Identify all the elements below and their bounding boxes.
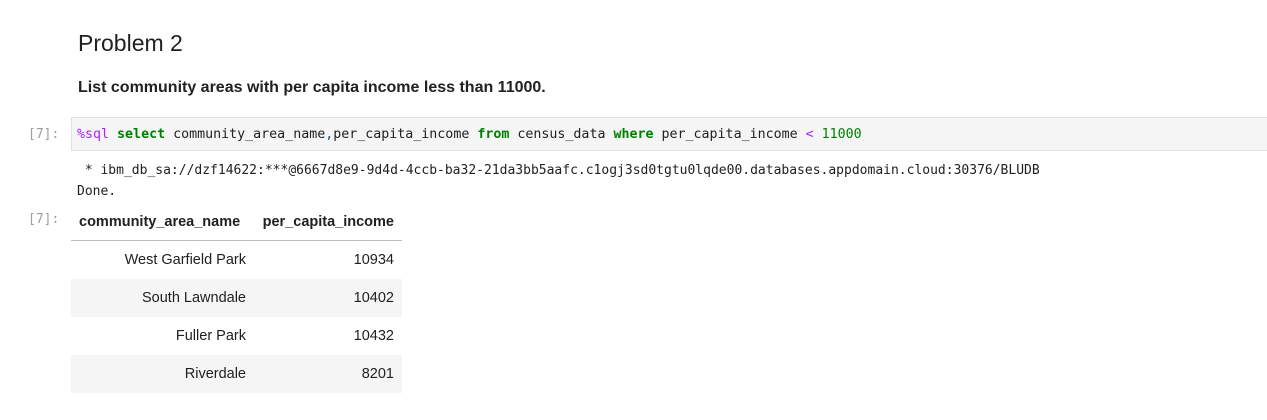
- from-keyword: from: [477, 127, 510, 142]
- condition-column-token: per_capita_income: [661, 127, 798, 142]
- column-header: community_area_name: [71, 204, 254, 241]
- operator-token: <: [805, 127, 814, 142]
- input-prompt: [7]:: [28, 127, 60, 142]
- income-cell: 10432: [353, 328, 394, 344]
- column-header: per_capita_income: [254, 204, 402, 241]
- community-area-cell: Fuller Park: [175, 328, 246, 344]
- column-name-token: community_area_name: [173, 127, 326, 142]
- number-token: 11000: [821, 127, 862, 142]
- output-prompt: [7]:: [28, 212, 60, 227]
- markdown-description: List community areas with per capita inc…: [78, 79, 546, 96]
- result-table: community_area_name per_capita_income We…: [71, 204, 402, 393]
- income-cell: 8201: [361, 366, 394, 382]
- income-cell: 10934: [353, 252, 394, 268]
- income-cell: 10402: [353, 290, 394, 306]
- column-name-token: per_capita_income: [333, 127, 470, 142]
- select-keyword: select: [117, 127, 166, 142]
- where-keyword: where: [613, 127, 654, 142]
- table-row: South Lawndale 10402: [71, 279, 402, 317]
- community-area-cell: Riverdale: [184, 366, 246, 382]
- table-header-row: community_area_name per_capita_income: [71, 204, 402, 241]
- table-row: West Garfield Park 10934: [71, 241, 402, 280]
- code-cell-editor[interactable]: %sql select community_area_name,per_capi…: [71, 117, 1267, 151]
- done-message: Done.: [77, 184, 117, 199]
- connection-string: * ibm_db_sa://dzf14622:***@6667d8e9-9d4d…: [77, 163, 1040, 178]
- community-area-cell: West Garfield Park: [124, 252, 246, 268]
- table-name-token: census_data: [517, 127, 606, 142]
- sql-magic-token: %sql: [77, 127, 110, 142]
- table-row: Riverdale 8201: [71, 355, 402, 393]
- table-row: Fuller Park 10432: [71, 317, 402, 355]
- community-area-cell: South Lawndale: [142, 290, 246, 306]
- output-stream: * ibm_db_sa://dzf14622:***@6667d8e9-9d4d…: [77, 160, 1040, 202]
- markdown-heading: Problem 2: [78, 30, 183, 56]
